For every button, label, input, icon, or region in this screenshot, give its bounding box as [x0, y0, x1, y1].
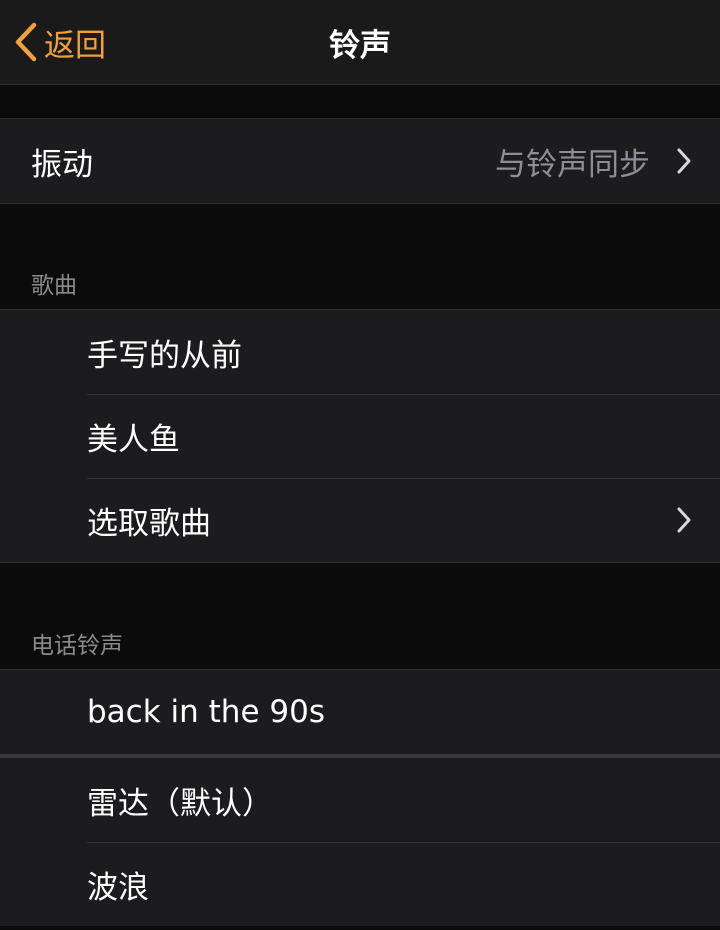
- vibration-row[interactable]: 振动 与铃声同步: [0, 119, 720, 203]
- ringtone-label: 雷达（默认）: [87, 785, 273, 822]
- navigation-bar: 返回 铃声: [0, 0, 720, 85]
- page-title: 铃声: [329, 28, 391, 64]
- songs-group: 手写的从前 美人鱼 选取歌曲: [0, 309, 720, 563]
- list-item-ringtone[interactable]: 波浪: [0, 842, 720, 926]
- song-label: 美人鱼: [87, 421, 180, 458]
- list-item-ringtone[interactable]: 雷达（默认）: [0, 758, 720, 842]
- vibration-label: 振动: [31, 146, 93, 183]
- chevron-right-icon: [677, 148, 691, 174]
- pick-song-row[interactable]: 选取歌曲: [0, 478, 720, 562]
- ringtone-label: back in the 90s: [87, 694, 325, 730]
- list-item-ringtone[interactable]: back in the 90s: [0, 670, 720, 754]
- song-label: 手写的从前: [87, 337, 242, 374]
- pick-song-label: 选取歌曲: [87, 505, 211, 542]
- songs-section-header: 歌曲: [31, 273, 77, 299]
- vibration-value: 与铃声同步: [495, 146, 650, 183]
- list-item-song[interactable]: 美人鱼: [0, 394, 720, 478]
- ringtones-section-header: 电话铃声: [31, 633, 123, 659]
- chevron-right-icon: [677, 507, 691, 533]
- list-item-song[interactable]: 手写的从前: [0, 310, 720, 394]
- ringtones-group: back in the 90s 雷达（默认） 波浪: [0, 669, 720, 926]
- vibration-group: 振动 与铃声同步: [0, 118, 720, 204]
- ringtone-label: 波浪: [87, 869, 149, 906]
